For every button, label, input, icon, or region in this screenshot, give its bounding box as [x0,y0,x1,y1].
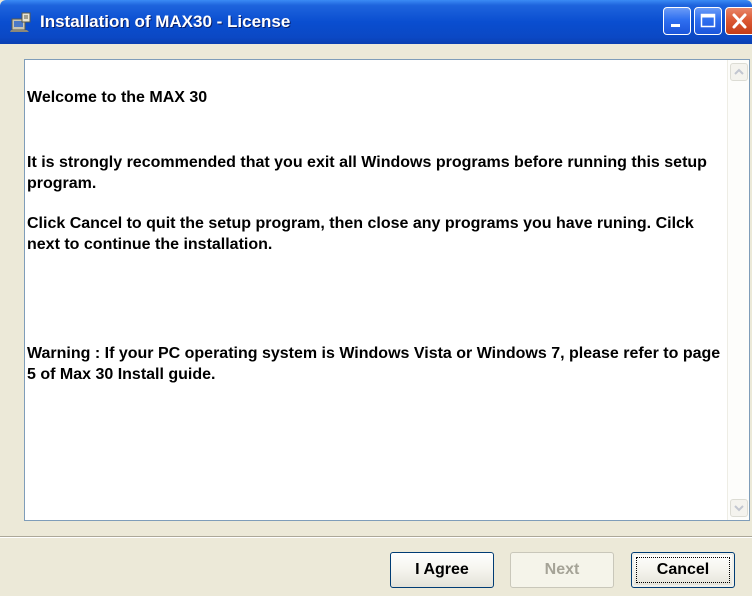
close-button[interactable] [725,7,752,35]
scroll-down-button[interactable] [730,499,748,517]
instructions-text: Click Cancel to quit the setup program, … [27,215,694,253]
welcome-text: Welcome to the MAX 30 [27,89,208,106]
license-text-box[interactable]: Welcome to the MAX 30 It is strongly rec… [24,59,750,521]
installer-icon [9,10,33,34]
close-icon [732,13,747,29]
chevron-down-icon [734,505,744,512]
maximize-button[interactable] [694,7,722,35]
warning-text: Warning : If your PC operating system is… [27,345,721,383]
scroll-up-button[interactable] [730,63,748,81]
agree-button[interactable]: I Agree [390,552,494,588]
window-title: Installation of MAX30 - License [40,12,291,31]
license-text-area: Welcome to the MAX 30 It is strongly rec… [25,60,725,520]
title-bar[interactable]: Installation of MAX30 - License [0,0,752,44]
button-divider [0,536,752,538]
chevron-up-icon [734,68,744,75]
next-button: Next [510,552,614,588]
cancel-button[interactable]: Cancel [631,552,735,588]
minimize-icon [671,24,680,27]
recommendation-text: It is strongly recommended that you exit… [27,154,707,192]
maximize-icon [700,13,716,28]
vertical-scrollbar[interactable] [727,60,749,520]
installer-window: Installation of MAX30 - License Welcome … [0,0,752,596]
minimize-button[interactable] [663,7,691,35]
